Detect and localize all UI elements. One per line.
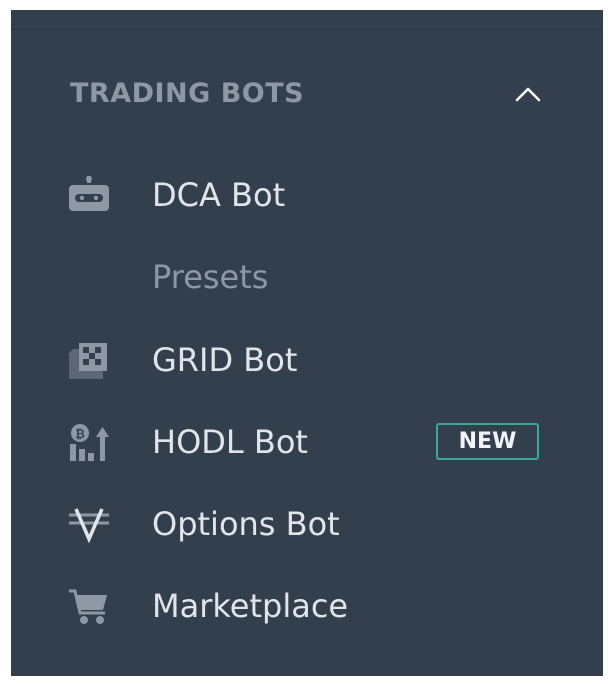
sidebar-item-grid-bot[interactable]: GRID Bot <box>11 325 603 395</box>
sidebar-item-label: Marketplace <box>152 587 349 625</box>
cart-icon <box>69 589 107 624</box>
sidebar-item-label: DCA Bot <box>152 176 286 214</box>
sidebar-item-marketplace[interactable]: Marketplace <box>11 571 603 641</box>
sidebar-item-label: GRID Bot <box>152 341 298 379</box>
svg-text:₿: ₿ <box>75 427 85 441</box>
chevron-up-icon[interactable] <box>515 86 541 102</box>
sidebar-panel: TRADING BOTS DCA Bot Presets GRID Bot ₿ … <box>11 10 603 676</box>
grid-icon <box>69 343 107 379</box>
trading-bots-section-header[interactable]: TRADING BOTS <box>11 66 603 122</box>
hodl-icon: ₿ <box>70 424 109 461</box>
new-badge: NEW <box>436 423 539 460</box>
sidebar-item-label: Options Bot <box>152 505 340 543</box>
options-icon <box>69 508 109 543</box>
section-title: TRADING BOTS <box>70 78 305 109</box>
sidebar-item-presets[interactable]: Presets <box>11 242 603 312</box>
robot-icon <box>69 176 109 211</box>
sidebar-item-options-bot[interactable]: Options Bot <box>11 489 603 559</box>
divider <box>11 29 603 30</box>
sidebar-item-dca-bot[interactable]: DCA Bot <box>11 160 603 230</box>
sidebar-item-label: HODL Bot <box>152 423 308 461</box>
sidebar-item-label: Presets <box>152 258 269 296</box>
sidebar-item-hodl-bot[interactable]: ₿ HODL Bot NEW <box>11 407 603 477</box>
